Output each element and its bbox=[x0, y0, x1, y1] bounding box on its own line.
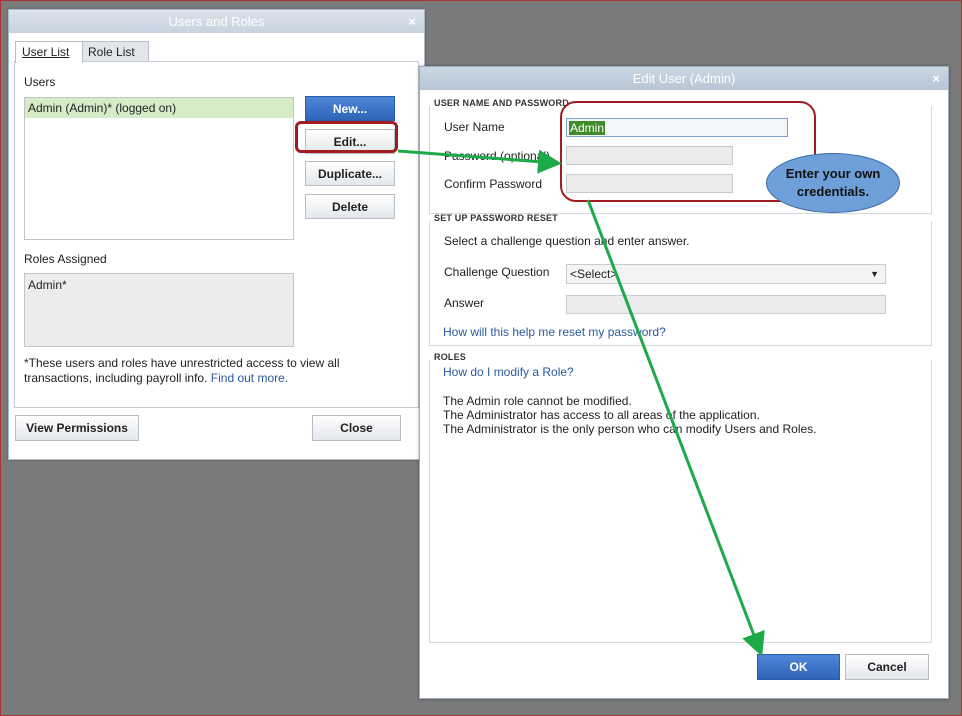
tab-user-list[interactable]: User List bbox=[15, 41, 83, 63]
users-roles-titlebar[interactable]: Users and Roles × bbox=[9, 10, 424, 33]
reset-help-link[interactable]: How will this help me reset my password? bbox=[443, 325, 666, 339]
challenge-question-select[interactable]: <Select> ▼ bbox=[566, 264, 886, 284]
duplicate-button[interactable]: Duplicate... bbox=[305, 161, 395, 186]
list-item: Admin* bbox=[28, 278, 67, 292]
cancel-button[interactable]: Cancel bbox=[845, 654, 929, 680]
users-roles-title: Users and Roles bbox=[168, 14, 265, 29]
callout-text: Enter your own credentials. bbox=[785, 166, 881, 199]
close-icon[interactable]: × bbox=[408, 10, 416, 33]
find-out-more-link[interactable]: Find out more. bbox=[211, 371, 288, 385]
confirm-password-label: Confirm Password bbox=[444, 177, 543, 191]
close-button[interactable]: Close bbox=[312, 415, 401, 441]
credentials-callout: Enter your own credentials. bbox=[766, 153, 900, 213]
chevron-down-icon[interactable]: ▼ bbox=[870, 265, 879, 283]
close-icon[interactable]: × bbox=[932, 67, 940, 90]
roles-listbox: Admin* bbox=[24, 273, 294, 347]
unrestricted-note: *These users and roles have unrestricted… bbox=[24, 356, 354, 386]
roles-assigned-label: Roles Assigned bbox=[24, 252, 107, 266]
note-text: *These users and roles have unrestricted… bbox=[24, 356, 340, 385]
roles-line: The Administrator is the only person who… bbox=[443, 422, 817, 436]
edit-user-title: Edit User (Admin) bbox=[632, 71, 736, 86]
users-and-roles-window: Users and Roles × User List Role List Us… bbox=[8, 9, 425, 460]
user-name-label: User Name bbox=[444, 120, 505, 134]
new-button[interactable]: New... bbox=[305, 96, 395, 121]
edit-user-titlebar[interactable]: Edit User (Admin) × bbox=[420, 67, 948, 90]
users-label: Users bbox=[24, 75, 56, 89]
challenge-question-value: <Select> bbox=[570, 267, 618, 281]
answer-field[interactable] bbox=[566, 295, 886, 314]
ok-button[interactable]: OK bbox=[757, 654, 840, 680]
answer-label: Answer bbox=[444, 296, 485, 310]
list-item[interactable]: Admin (Admin)* (logged on) bbox=[25, 98, 293, 118]
modify-role-link[interactable]: How do I modify a Role? bbox=[443, 365, 574, 379]
users-listbox[interactable]: Admin (Admin)* (logged on) bbox=[24, 97, 294, 240]
password-label: Password (optional) bbox=[444, 149, 551, 163]
delete-button[interactable]: Delete bbox=[305, 194, 395, 219]
reset-instructions: Select a challenge question and enter an… bbox=[444, 234, 690, 248]
user-list-panel: Users Admin (Admin)* (logged on) New... … bbox=[14, 61, 419, 408]
roles-line: The Administrator has access to all area… bbox=[443, 408, 760, 422]
roles-line: The Admin role cannot be modified. bbox=[443, 394, 632, 408]
challenge-question-label: Challenge Question bbox=[444, 265, 550, 279]
view-permissions-button[interactable]: View Permissions bbox=[15, 415, 139, 441]
edit-button-highlight bbox=[295, 121, 398, 153]
tab-role-list[interactable]: Role List bbox=[81, 41, 149, 62]
roles-description: The Admin role cannot be modified. The A… bbox=[443, 394, 817, 436]
